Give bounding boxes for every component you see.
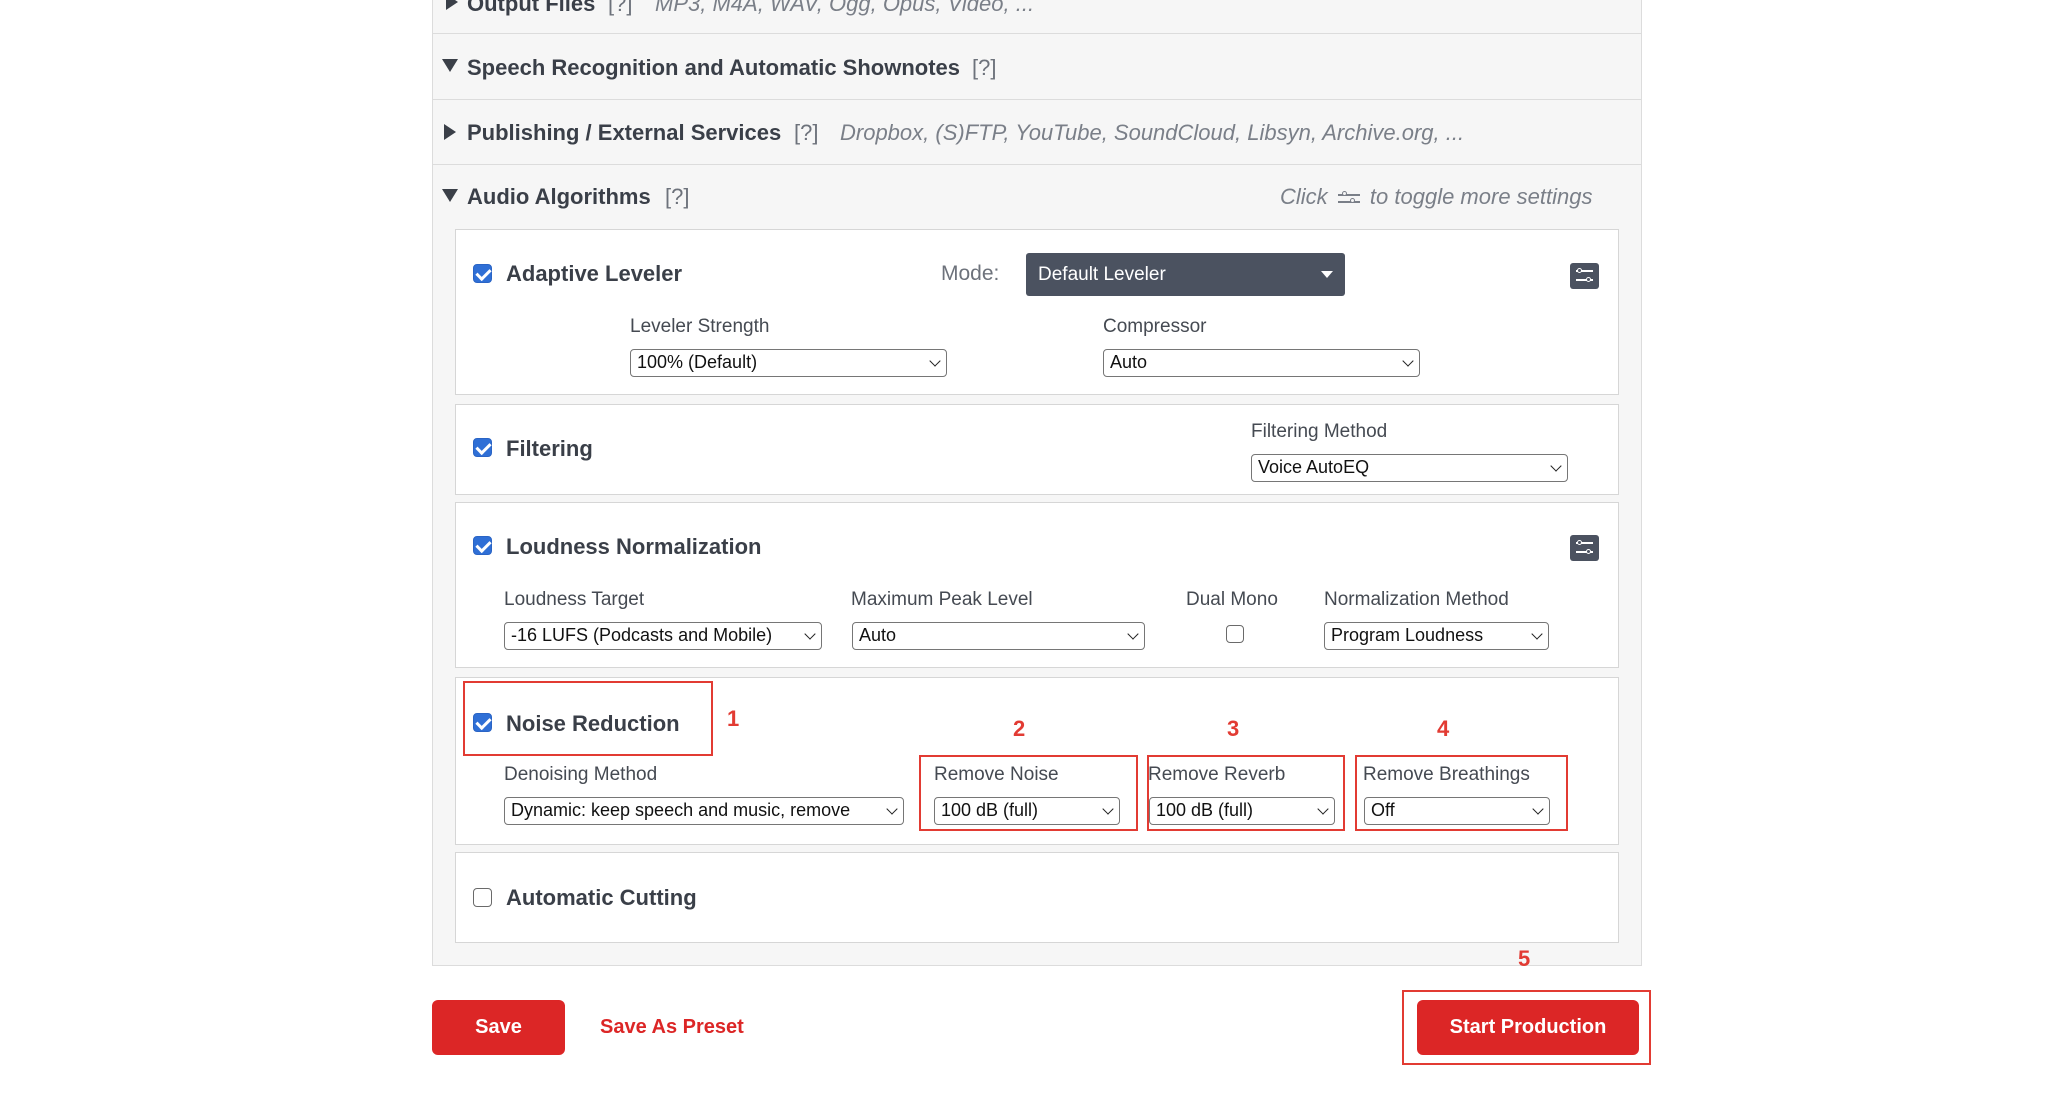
- collapse-arrow-icon[interactable]: [442, 59, 458, 72]
- dual-mono-label: Dual Mono: [1186, 589, 1278, 610]
- loudness-target-label: Loudness Target: [504, 589, 645, 610]
- toggle-settings-hint: Click to toggle more settings: [1280, 184, 1593, 210]
- denoising-method-label: Denoising Method: [504, 764, 658, 785]
- save-button[interactable]: Save: [432, 1000, 565, 1055]
- collapse-arrow-icon[interactable]: [442, 189, 458, 202]
- annotation-number-3: 3: [1227, 716, 1240, 741]
- annotation-box-3: [1147, 755, 1345, 831]
- denoising-method-select[interactable]: Dynamic: keep speech and music, remove: [504, 797, 904, 825]
- section-title-audio[interactable]: Audio Algorithms: [467, 184, 651, 210]
- help-link-audio[interactable]: [?]: [665, 184, 689, 210]
- leveler-settings-button[interactable]: [1570, 263, 1599, 289]
- max-peak-select[interactable]: Auto: [852, 622, 1145, 650]
- help-link-output-files[interactable]: [?]: [608, 0, 632, 17]
- annotation-number-1: 1: [727, 706, 740, 731]
- loudness-settings-button[interactable]: [1570, 535, 1599, 561]
- expand-arrow-icon[interactable]: [446, 0, 458, 10]
- mode-label: Mode:: [941, 262, 1000, 285]
- leveler-strength-label: Leveler Strength: [630, 316, 770, 337]
- denoising-method-value: Dynamic: keep speech and music, remove: [511, 800, 851, 820]
- mode-select[interactable]: Default Leveler: [1026, 253, 1345, 296]
- filtering-method-label: Filtering Method: [1251, 421, 1388, 442]
- annotation-box-2: [919, 755, 1138, 831]
- annotation-box-4: [1355, 755, 1568, 831]
- normalization-method-value: Program Loudness: [1331, 625, 1484, 645]
- divider: [432, 164, 1642, 165]
- adaptive-leveler-checkbox[interactable]: [473, 264, 492, 283]
- divider: [432, 33, 1642, 34]
- annotation-number-4: 4: [1437, 716, 1450, 741]
- annotation-box-1: [463, 681, 713, 756]
- filtering-checkbox[interactable]: [473, 438, 492, 457]
- normalization-method-label: Normalization Method: [1324, 589, 1509, 610]
- max-peak-label: Maximum Peak Level: [851, 589, 1033, 610]
- loudness-target-select[interactable]: -16 LUFS (Podcasts and Mobile): [504, 622, 822, 650]
- save-as-preset-link[interactable]: Save As Preset: [600, 1016, 744, 1039]
- loudness-target-value: -16 LUFS (Podcasts and Mobile): [511, 625, 773, 645]
- filtering-title: Filtering: [506, 436, 593, 461]
- sliders-icon: [1337, 191, 1360, 205]
- automatic-cutting-title: Automatic Cutting: [506, 885, 697, 910]
- normalization-method-select[interactable]: Program Loudness: [1324, 622, 1549, 650]
- section-title-publishing[interactable]: Publishing / External Services: [467, 120, 781, 146]
- leveler-strength-value: 100% (Default): [637, 352, 758, 372]
- filtering-method-select[interactable]: Voice AutoEQ: [1251, 454, 1568, 482]
- leveler-strength-select[interactable]: 100% (Default): [630, 349, 947, 377]
- hint-suffix: to toggle more settings: [1369, 184, 1593, 209]
- divider: [432, 99, 1642, 100]
- caret-down-icon: [1321, 271, 1333, 278]
- compressor-value: Auto: [1110, 352, 1148, 372]
- automatic-cutting-checkbox[interactable]: [473, 888, 492, 907]
- dual-mono-checkbox[interactable]: [1226, 625, 1244, 643]
- annotation-number-5: 5: [1518, 946, 1531, 971]
- max-peak-value: Auto: [859, 625, 897, 645]
- hint-prefix: Click: [1280, 184, 1328, 209]
- help-link-speech[interactable]: [?]: [972, 55, 996, 81]
- section-title-speech[interactable]: Speech Recognition and Automatic Shownot…: [467, 55, 960, 81]
- expand-arrow-icon[interactable]: [444, 124, 456, 140]
- loudness-checkbox[interactable]: [473, 536, 492, 555]
- annotation-number-2: 2: [1013, 716, 1026, 741]
- annotation-box-5: [1402, 990, 1651, 1065]
- output-files-note: MP3, M4A, WAV, Ogg, Opus, Video, ...: [655, 0, 1035, 16]
- compressor-select[interactable]: Auto: [1103, 349, 1420, 377]
- compressor-label: Compressor: [1103, 316, 1207, 337]
- adaptive-leveler-title: Adaptive Leveler: [506, 261, 683, 286]
- help-link-publishing[interactable]: [?]: [794, 120, 818, 146]
- filtering-method-value: Voice AutoEQ: [1258, 457, 1370, 477]
- publishing-note: Dropbox, (S)FTP, YouTube, SoundCloud, Li…: [840, 120, 1465, 145]
- loudness-title: Loudness Normalization: [506, 534, 762, 559]
- section-title-output-files[interactable]: Output Files: [467, 0, 595, 17]
- mode-value: Default Leveler: [1038, 264, 1166, 285]
